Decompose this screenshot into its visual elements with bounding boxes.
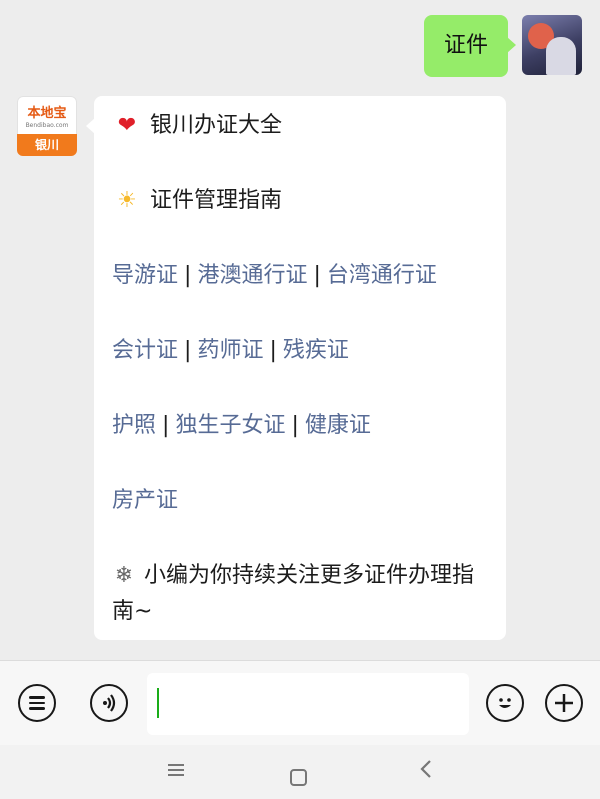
smiley-shape (499, 698, 511, 708)
emoji-icon[interactable] (486, 684, 524, 722)
home-icon[interactable] (290, 769, 307, 786)
system-nav-bar (0, 745, 600, 799)
sender-city-badge: 银川 (17, 134, 77, 156)
voice-icon[interactable] (90, 684, 128, 722)
link-taiwan-permit[interactable]: 台湾通行证 (327, 263, 437, 288)
separator: | (184, 338, 192, 363)
separator: | (184, 263, 192, 288)
message-subheading: ☀ 证件管理指南 (112, 183, 488, 258)
sun-icon: ☀ (117, 188, 137, 213)
links-row-4: 房产证 (112, 483, 488, 558)
separator: | (313, 263, 321, 288)
message-input[interactable] (147, 673, 469, 735)
separator: | (162, 413, 170, 438)
link-only-child-cert[interactable]: 独生子女证 (175, 413, 285, 438)
link-accountant-cert[interactable]: 会计证 (112, 338, 178, 363)
text-cursor (157, 688, 159, 718)
link-disability-cert[interactable]: 残疾证 (283, 338, 349, 363)
link-pharmacist-cert[interactable]: 药师证 (197, 338, 263, 363)
link-health-cert[interactable]: 健康证 (305, 413, 371, 438)
input-bar (0, 660, 600, 745)
menu-icon[interactable] (166, 758, 186, 786)
incoming-message-bubble: ❤ 银川办证大全 ☀ 证件管理指南 导游证 | 港澳通行证 | 台湾通行证 会计证 | 药师证 |… (86, 96, 506, 640)
links-row-1: 导游证 | 港澳通行证 | 台湾通行证 (112, 258, 488, 333)
plus-shape (555, 694, 573, 712)
list-icon[interactable] (18, 684, 56, 722)
link-tour-guide-cert[interactable]: 导游证 (112, 263, 178, 288)
sender-logo-text: 本地宝 (27, 106, 67, 121)
sender-logo-sub: Bendibao.com (25, 122, 69, 129)
avatar-figure-shape (546, 37, 576, 75)
message-heading: ❤ 银川办证大全 (112, 108, 488, 183)
list-lines-shape (29, 693, 45, 713)
links-row-3: 护照 | 独生子女证 | 健康证 (112, 408, 488, 483)
voice-waves-shape (103, 694, 116, 712)
back-icon[interactable] (418, 758, 434, 786)
separator: | (291, 413, 299, 438)
plus-icon[interactable] (545, 684, 583, 722)
separator: | (269, 338, 277, 363)
link-passport[interactable]: 护照 (112, 413, 156, 438)
menu-lines-shape (168, 764, 184, 776)
heart-icon: ❤ (117, 113, 137, 138)
sender-avatar[interactable]: 本地宝 Bendibao.com 银川 (17, 96, 77, 156)
outgoing-message-bubble[interactable]: 证件 (423, 15, 517, 77)
my-avatar[interactable] (522, 15, 582, 75)
message-footer: ❄ 小编为你持续关注更多证件办理指南~ (112, 558, 488, 630)
outgoing-message-row: 证件 (423, 15, 582, 77)
snowflake-icon: ❄ (114, 563, 134, 588)
link-hk-macau-permit[interactable]: 港澳通行证 (197, 263, 307, 288)
links-row-2: 会计证 | 药师证 | 残疾证 (112, 333, 488, 408)
chevron-left-shape (420, 760, 431, 778)
link-property-cert[interactable]: 房产证 (112, 488, 178, 513)
